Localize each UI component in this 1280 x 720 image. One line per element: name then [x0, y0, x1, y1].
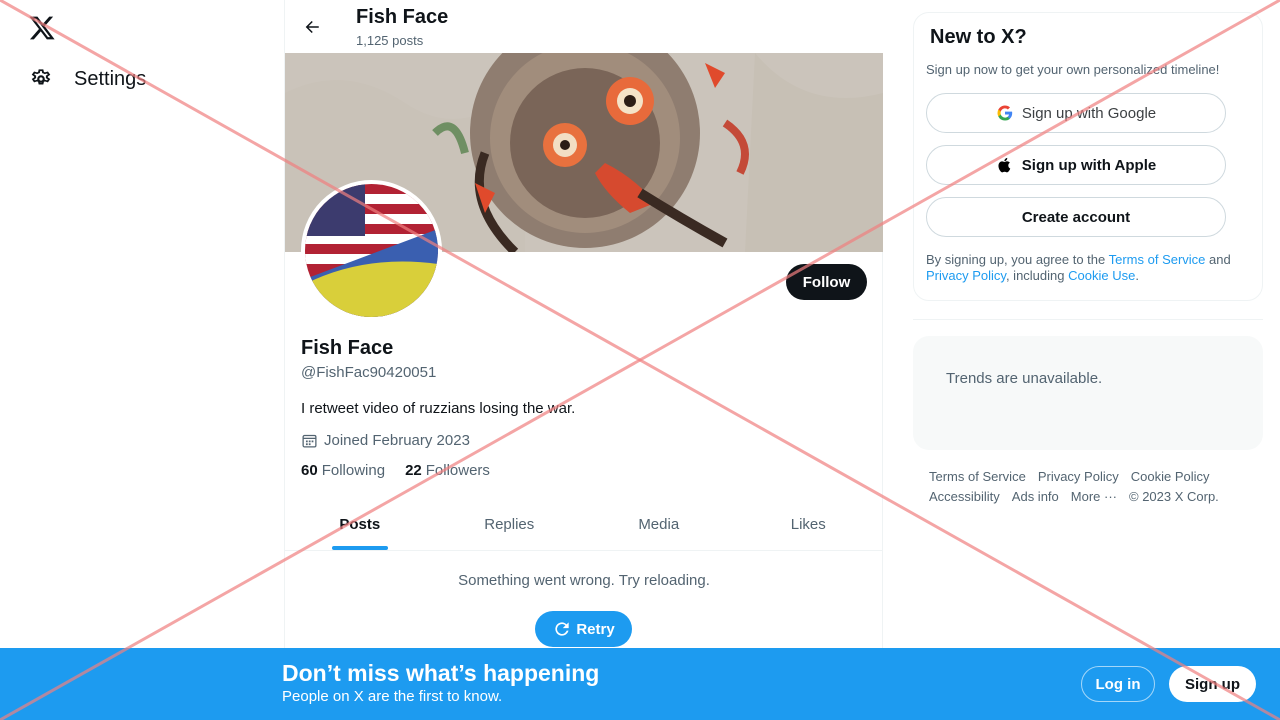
footer-cookie-link[interactable]: Cookie Policy — [1131, 467, 1210, 487]
nav-settings-label: Settings — [74, 67, 147, 90]
profile-tabs: Posts Replies Media Likes — [285, 498, 883, 551]
follow-button[interactable]: Follow — [786, 264, 867, 300]
flag-avatar-image — [305, 184, 438, 317]
tab-media-label: Media — [638, 515, 680, 533]
create-account-button[interactable]: Create account — [926, 197, 1226, 237]
active-tab-indicator — [331, 546, 388, 550]
tab-replies[interactable]: Replies — [435, 498, 585, 550]
trends-unavailable-text: Trends are unavailable. — [946, 370, 1103, 387]
terms-and: and — [1205, 252, 1231, 267]
profile-joined: Joined February 2023 — [301, 432, 470, 449]
signup-apple-button[interactable]: Sign up with Apple — [926, 145, 1226, 185]
refresh-icon — [555, 622, 569, 636]
bottom-signup-bar: Don’t miss what’s happening People on X … — [0, 648, 1280, 720]
followers-label: Followers — [425, 462, 490, 479]
google-icon — [997, 105, 1013, 121]
joined-label: Joined February 2023 — [324, 432, 470, 449]
profile-bio: I retweet video of ruzzians losing the w… — [301, 400, 576, 417]
tab-likes-label: Likes — [790, 515, 826, 533]
signup-card: New to X? Sign up now to get your own pe… — [913, 12, 1263, 301]
sidebar-divider — [913, 319, 1263, 320]
following-count: 60 — [301, 462, 318, 479]
footer-row-2: Accessibility Ads info More ··· © 2023 X… — [929, 487, 1249, 507]
terms-prefix: By signing up, you agree to the — [926, 252, 1109, 267]
profile-stats: 60 Following 22 Followers — [301, 462, 490, 479]
gear-icon — [31, 69, 51, 85]
nav-settings[interactable]: Settings — [28, 66, 146, 92]
profile-name: Fish Face — [301, 337, 394, 359]
back-button[interactable] — [297, 12, 327, 42]
trends-card: Trends are unavailable. — [913, 336, 1263, 450]
profile-header-bar: Fish Face 1,125 posts — [285, 0, 884, 53]
footer-ads-info-link[interactable]: Ads info — [1012, 487, 1059, 507]
cookie-use-link[interactable]: Cookie Use — [1068, 268, 1135, 283]
footer-copyright: © 2023 X Corp. — [1129, 489, 1219, 504]
footer-terms-link[interactable]: Terms of Service — [929, 467, 1026, 487]
apple-icon — [998, 157, 1011, 173]
retry-button[interactable]: Retry — [535, 611, 632, 647]
signup-google-label: Sign up with Google — [1021, 104, 1157, 122]
footer-links: Terms of Service Privacy Policy Cookie P… — [929, 467, 1249, 507]
x-logo-icon[interactable] — [28, 14, 56, 42]
calendar-icon — [302, 434, 317, 448]
feed-error-message: Something went wrong. Try reloading. — [458, 572, 710, 589]
signup-apple-label: Sign up with Apple — [1021, 156, 1157, 174]
retry-label: Retry — [576, 620, 615, 638]
terms-including: , including — [1005, 268, 1069, 283]
tab-posts[interactable]: Posts — [285, 498, 435, 550]
login-button[interactable]: Log in — [1081, 666, 1155, 702]
signup-subtitle: Sign up now to get your own personalized… — [926, 62, 1220, 77]
signup-title: New to X? — [930, 26, 1027, 48]
followers-count: 22 — [405, 462, 422, 479]
header-posts-count: 1,125 posts — [356, 33, 424, 48]
signup-terms: By signing up, you agree to the Terms of… — [926, 252, 1252, 284]
bottom-bar-subtitle: People on X are the first to know. — [282, 688, 503, 705]
bottom-bar-title: Don’t miss what’s happening — [282, 660, 600, 686]
footer-accessibility-link[interactable]: Accessibility — [929, 487, 1000, 507]
footer-row-1: Terms of Service Privacy Policy Cookie P… — [929, 467, 1249, 487]
followers-link[interactable]: 22 Followers — [405, 462, 490, 479]
footer-more-link[interactable]: More ··· — [1071, 487, 1117, 507]
footer-privacy-link[interactable]: Privacy Policy — [1038, 467, 1119, 487]
following-label: Following — [321, 462, 386, 479]
arrow-left-icon — [305, 21, 319, 33]
tab-replies-label: Replies — [484, 515, 535, 533]
signup-button[interactable]: Sign up — [1169, 666, 1256, 702]
tab-media[interactable]: Media — [584, 498, 734, 550]
following-link[interactable]: 60 Following — [301, 462, 385, 479]
main-column: Fish Face 1,125 posts Follow Fish Face @… — [284, 0, 884, 720]
signup-google-button[interactable]: Sign up with Google — [926, 93, 1226, 133]
tab-posts-label: Posts — [339, 515, 381, 533]
profile-handle: @FishFac90420051 — [301, 364, 437, 381]
header-name: Fish Face — [356, 6, 449, 28]
terms-of-service-link[interactable]: Terms of Service — [1109, 252, 1206, 267]
terms-period: . — [1135, 268, 1139, 283]
privacy-policy-link[interactable]: Privacy Policy — [926, 268, 1006, 283]
left-nav: Settings — [0, 0, 284, 720]
profile-avatar[interactable] — [301, 180, 442, 321]
tab-likes[interactable]: Likes — [734, 498, 884, 550]
